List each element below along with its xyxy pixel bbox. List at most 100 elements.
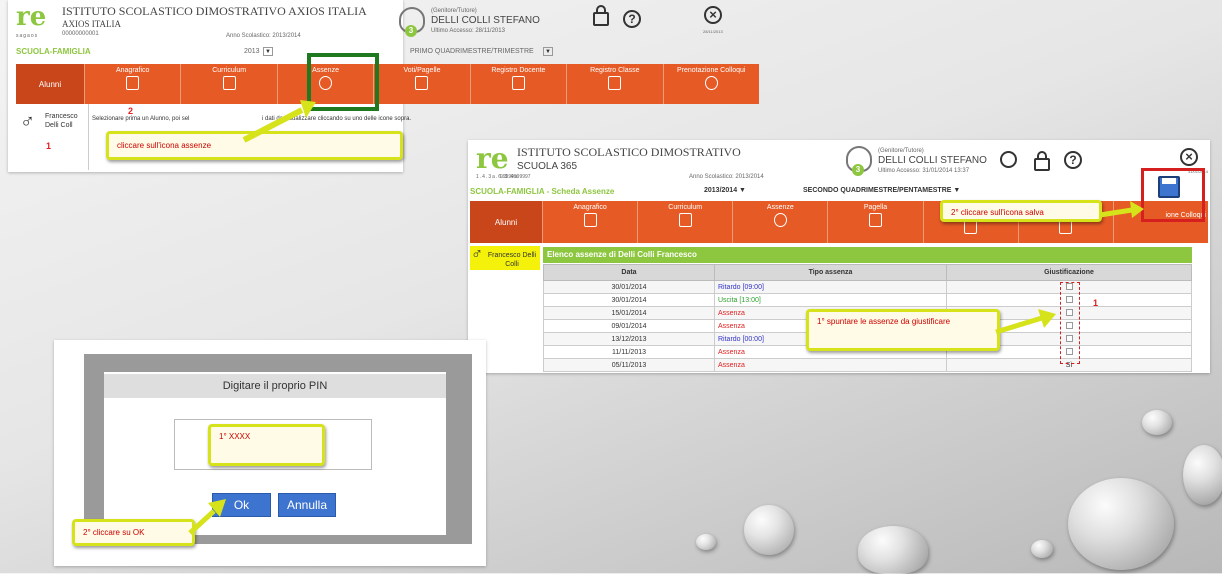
- document-icon: [222, 76, 236, 90]
- school-year: Anno Scolastico: 2013/2014: [226, 33, 301, 39]
- menu-registro-docente[interactable]: Registro Docente: [469, 64, 566, 104]
- arrow-to-ok: [188, 499, 226, 535]
- row-type: Ritardo [09:00]: [714, 280, 947, 294]
- row-date: 09/01/2014: [543, 319, 715, 333]
- menu-label: Voti/Pagelle: [403, 67, 441, 74]
- menu-label: Assenze: [766, 204, 794, 211]
- menu-voti-pagelle[interactable]: Voti/Pagelle: [373, 64, 469, 104]
- save-icon-label: [1162, 178, 1176, 184]
- pin-dialog-title: Digitare il proprio PIN: [222, 380, 328, 392]
- step-1-marker: 1: [46, 141, 52, 151]
- water-drop: [1068, 478, 1174, 570]
- period-dropdown-icon[interactable]: ▼: [543, 47, 553, 56]
- header: re sagaos ISTITUTO SCOLASTICO DIMOSTRATI…: [8, 0, 403, 40]
- menu-alunni[interactable]: Alunni: [16, 64, 84, 104]
- menu-label: Anagrafico: [115, 67, 150, 74]
- water-drop: [1183, 445, 1222, 505]
- user-name: DELLI COLLI STEFANO: [431, 15, 540, 26]
- student-name[interactable]: Francesco Delli Colli: [486, 251, 538, 269]
- id-card-icon: [126, 76, 140, 90]
- document-icon: [678, 213, 692, 227]
- section-title: SCUOLA-FAMIGLIA: [16, 47, 91, 56]
- menu-alunni[interactable]: Alunni: [470, 201, 542, 243]
- table-row: 30/01/2014 Ritardo [09:00]: [543, 280, 1192, 294]
- user-role: (Genitore/Tutore): [431, 8, 477, 14]
- menu-curriculum[interactable]: Curriculum: [637, 201, 732, 243]
- arrow-to-checkbox: [995, 309, 1056, 335]
- col-tipo: Tipo assenza: [714, 264, 947, 281]
- arrow-to-assenze: [242, 100, 316, 143]
- row-date: 11/11/2013: [543, 345, 715, 359]
- callout-save: 2° cliccare sull'icona salva: [940, 200, 1102, 222]
- menu-assenze[interactable]: Assenze: [732, 201, 827, 243]
- lock-shackle-icon: [596, 5, 606, 14]
- app-logo: re: [476, 142, 509, 175]
- book-icon: [1059, 220, 1073, 234]
- menu-label: Curriculum: [212, 67, 247, 74]
- lightbulb-icon[interactable]: [1000, 151, 1017, 168]
- smiley-icon: [773, 213, 787, 227]
- user-badge: 3: [405, 25, 417, 37]
- absences-title: Elenco assenze di Delli Colli Francesco: [547, 250, 697, 259]
- last-access: Ultimo Accesso: 28/11/2013: [431, 28, 505, 34]
- school-name: ISTITUTO SCOLASTICO DIMOSTRATIVO AXIOS I…: [62, 4, 367, 18]
- period-select[interactable]: SECONDO QUADRIMESTRE/PENTAMESTRE ▼: [803, 187, 960, 194]
- row-type: Uscita [13:00]: [714, 293, 947, 307]
- water-drop: [744, 505, 794, 555]
- menu-anagrafico[interactable]: Anagrafico: [84, 64, 180, 104]
- male-icon: ♂: [20, 111, 35, 133]
- water-drop: [1031, 540, 1053, 558]
- menu-registro-classe[interactable]: Registro Classe: [566, 64, 662, 104]
- lock-icon[interactable]: [593, 12, 609, 26]
- menu-label: Anagrafico: [573, 204, 607, 211]
- male-icon: ♂: [471, 246, 483, 263]
- id-card-icon: [583, 213, 597, 227]
- main-menu: Alunni Anagrafico Curriculum Assenze Vot…: [16, 64, 759, 104]
- callout-check: 1° spuntare le assenze da giustificare: [806, 309, 1000, 351]
- period-select[interactable]: PRIMO QUADRIMESTRE/TRIMESTRE: [410, 48, 534, 55]
- year-select[interactable]: 2013: [244, 48, 260, 55]
- year-dropdown-icon[interactable]: ▼: [263, 47, 273, 56]
- arrow-to-save: [1099, 201, 1144, 218]
- menu-label: Prenotazione Colloqui: [676, 67, 746, 74]
- report-icon: [415, 76, 429, 90]
- menu-label: Pagella: [863, 204, 888, 211]
- section-title: SCUOLA-FAMIGLIA - Scheda Assenze: [470, 187, 615, 196]
- cancel-button[interactable]: Annulla: [278, 493, 336, 517]
- panel1-divider: [88, 104, 89, 170]
- student-name[interactable]: Francesco Delli Coll: [45, 112, 85, 130]
- book-icon: [964, 220, 978, 234]
- close-icon[interactable]: ×: [704, 6, 722, 24]
- menu-pagella[interactable]: Pagella: [827, 201, 922, 243]
- menu-anagrafico[interactable]: Anagrafico: [542, 201, 637, 243]
- school-name: ISTITUTO SCOLASTICO DIMOSTRATIVO: [517, 145, 741, 159]
- close-icon[interactable]: ×: [1180, 148, 1198, 166]
- table-row: 05/11/2013 Assenza Sì: [543, 358, 1192, 372]
- step-1-marker: 1: [1093, 298, 1099, 308]
- water-drop: [858, 526, 928, 574]
- year-select[interactable]: 2013/2014 ▼: [704, 187, 746, 194]
- school-subname: SCUOLA 365: [517, 161, 578, 172]
- menu-label: Curriculum: [668, 204, 703, 211]
- school-year: Anno Scolastico: 2013/2014: [689, 174, 764, 180]
- school-code: 99999999997: [500, 174, 531, 180]
- step-2-marker: 2: [128, 106, 134, 116]
- instruction-text: Selezionare prima un Alunno, poi sel: [92, 116, 190, 122]
- help-icon[interactable]: ?: [623, 10, 641, 28]
- user-role: (Genitore/Tutore): [878, 148, 924, 154]
- water-drop: [696, 534, 716, 550]
- last-access: Ultimo Accesso: 31/01/2014 13:37: [878, 168, 970, 174]
- callout-pin: 1° XXXX: [208, 424, 325, 466]
- school-code: 00000000001: [62, 31, 99, 37]
- lock-shackle-icon: [1037, 151, 1047, 160]
- app-logo: re: [16, 2, 47, 32]
- callout-ok: 2° cliccare su OK: [72, 519, 195, 546]
- report-icon: [868, 213, 882, 227]
- people-icon: [704, 76, 718, 90]
- logo-caption: sagaos: [16, 33, 39, 39]
- help-icon[interactable]: ?: [1064, 151, 1082, 169]
- menu-prenotazione-colloqui[interactable]: Prenotazione Colloqui: [662, 64, 759, 104]
- row-date: 15/01/2014: [543, 306, 715, 320]
- school-subname: AXIOS ITALIA: [62, 19, 122, 29]
- book-icon: [608, 76, 622, 90]
